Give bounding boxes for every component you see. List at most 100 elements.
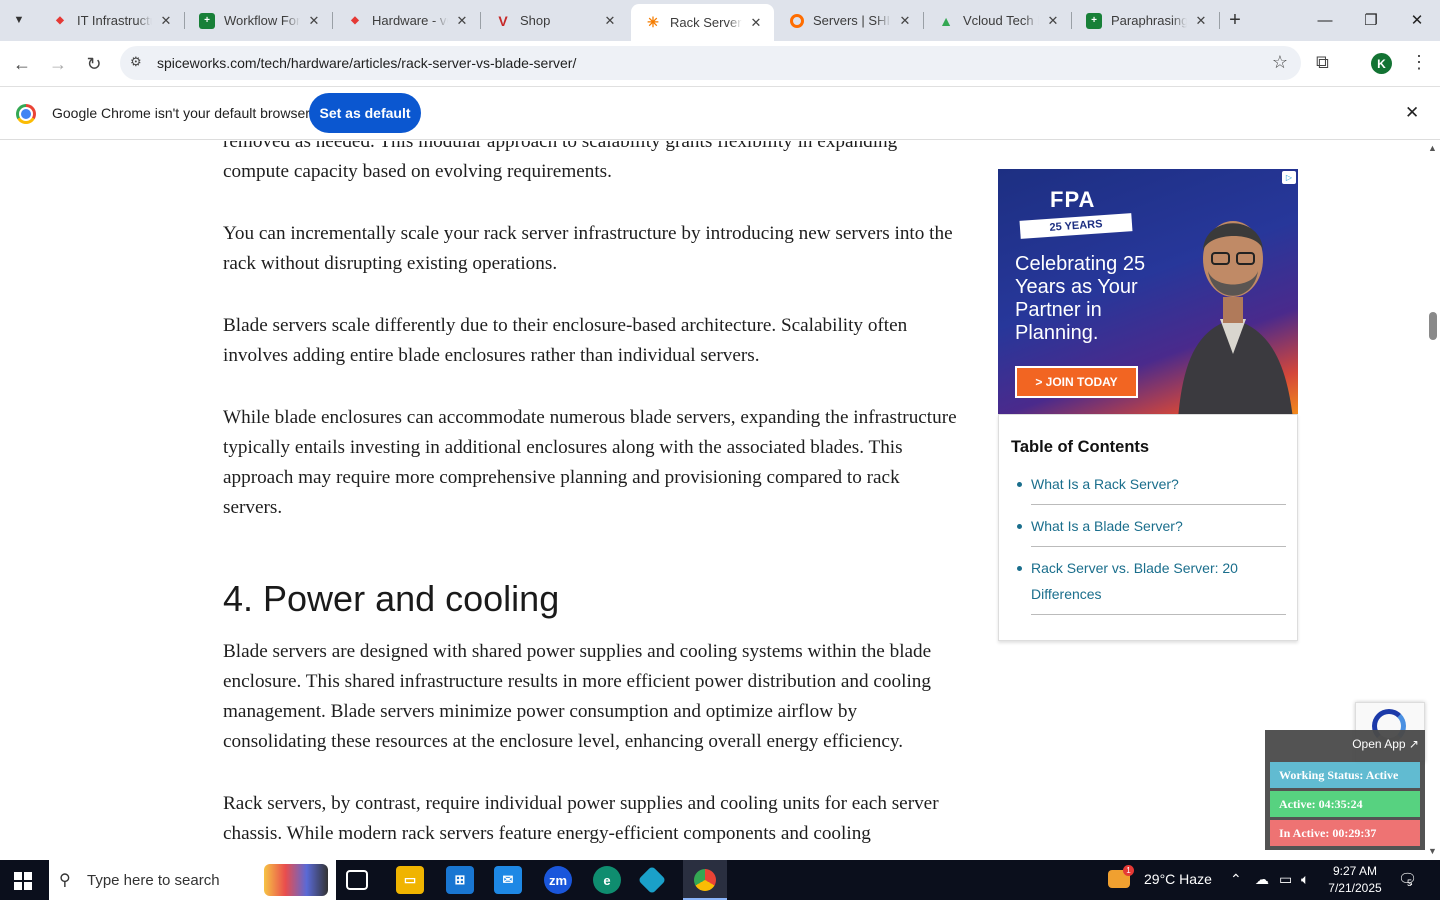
search-highlight-image	[264, 864, 328, 896]
ad-headline: Celebrating 25 Years as Your Partner in …	[1015, 253, 1146, 344]
chrome-icon	[694, 869, 716, 891]
weather-widget[interactable]: 1 29°C Haze	[1108, 865, 1212, 888]
time-tracker-widget: Open App ↗ Working Status: Active Active…	[1265, 730, 1425, 850]
close-icon[interactable]: ✕	[1045, 13, 1061, 29]
chevron-up-icon[interactable]: ⌃	[1230, 871, 1242, 888]
plus-icon: +	[1229, 9, 1241, 31]
tab-vcloud[interactable]: ▲ Vcloud Tech B ✕	[924, 6, 1071, 35]
scrollbar-thumb[interactable]	[1429, 312, 1437, 340]
toc-link[interactable]: Rack Server vs. Blade Server: 20 Differe…	[1017, 555, 1286, 615]
mail-icon[interactable]: ✉	[494, 866, 522, 894]
tab-search-button[interactable]: ▼	[6, 8, 32, 32]
shi-logo-icon	[790, 13, 804, 28]
search-placeholder: Type here to search	[87, 871, 220, 889]
back-button[interactable]: ←	[8, 50, 36, 78]
minimize-button[interactable]: —	[1302, 0, 1348, 40]
close-icon[interactable]: ✕	[897, 13, 913, 29]
cloud-icon[interactable]: ☁	[1255, 871, 1269, 888]
reload-icon: ↻	[86, 53, 102, 74]
task-view-icon[interactable]	[346, 870, 368, 890]
close-icon[interactable]: ✕	[748, 15, 764, 31]
tab-shop[interactable]: V Shop ✕	[481, 6, 628, 35]
forward-arrow-icon: →	[49, 53, 67, 74]
app-diamond-icon[interactable]	[637, 865, 667, 895]
tab-it-infrastructure[interactable]: ◆ IT Infrastructure ✕	[38, 6, 184, 35]
article-paragraph: Rack servers, by contrast, require indiv…	[223, 793, 939, 844]
volume-icon[interactable]: 🔈︎	[1301, 871, 1309, 888]
join-today-button[interactable]: > JOIN TODAY	[1015, 366, 1138, 398]
close-window-button[interactable]: ✕	[1394, 0, 1440, 40]
back-arrow-icon: ←	[13, 53, 31, 74]
tab-hardware[interactable]: ◆ Hardware - vC ✕	[333, 6, 480, 35]
article-paragraph: You can incrementally scale your rack se…	[223, 223, 953, 274]
tab-rack-server[interactable]: ✳ Rack Server vs ✕	[631, 4, 774, 41]
toc-link[interactable]: What Is a Rack Server?	[1017, 471, 1286, 505]
reload-button[interactable]: ↻	[80, 50, 108, 78]
notification-icon[interactable]: 🗨︎ 5	[1398, 870, 1417, 888]
chrome-taskbar-button[interactable]	[683, 860, 727, 900]
tab-workflow[interactable]: + Workflow For ✕	[185, 6, 332, 35]
vertical-scrollbar[interactable]: ▲ ▼	[1425, 141, 1440, 860]
close-icon[interactable]: ✕	[306, 13, 322, 29]
chrome-logo-icon	[16, 104, 36, 124]
toc-list: What Is a Rack Server? What Is a Blade S…	[1017, 471, 1286, 623]
windows-start-icon[interactable]	[14, 872, 32, 890]
close-icon[interactable]: ✕	[1405, 103, 1419, 123]
tab-label: Shop	[520, 13, 551, 28]
close-icon[interactable]: ✕	[602, 13, 618, 29]
tab-label: Workflow For	[224, 13, 300, 28]
close-icon[interactable]: ✕	[158, 13, 174, 29]
working-status: Working Status: Active	[1270, 762, 1420, 788]
weather-text: 29°C Haze	[1144, 871, 1212, 887]
forward-button[interactable]: →	[44, 50, 72, 78]
close-icon[interactable]: ✕	[454, 13, 470, 29]
tab-label: Hardware - vC	[372, 13, 448, 28]
inactive-time: In Active: 00:29:37	[1270, 820, 1420, 846]
edge-icon[interactable]: e	[593, 866, 621, 894]
tab-favicon-icon: ◆	[351, 15, 359, 26]
spiceworks-icon: ✳	[647, 14, 659, 30]
tab-label: IT Infrastructure	[77, 13, 152, 28]
browser-toolbar: ← → ↻ ⚙ spiceworks.com/tech/hardware/art…	[0, 41, 1440, 87]
clock-time: 9:27 AM	[1332, 864, 1378, 878]
article-paragraph: removed as needed. This modular approach…	[223, 141, 898, 182]
sheets-icon: +	[1086, 12, 1102, 29]
minimize-icon: —	[1317, 11, 1333, 29]
notification-count: 5	[1407, 878, 1413, 888]
network-icon[interactable]: ▭	[1279, 871, 1292, 888]
ad-person-image	[1178, 221, 1293, 414]
drive-icon: ▲	[939, 12, 953, 29]
infobar-message: Google Chrome isn't your default browser	[52, 105, 310, 121]
file-explorer-icon[interactable]: ▭	[396, 866, 424, 894]
zoom-icon[interactable]: zm	[544, 866, 572, 894]
profile-avatar[interactable]: K	[1371, 53, 1392, 74]
tab-servers-shi[interactable]: Servers | SHI ✕	[776, 6, 923, 35]
system-clock[interactable]: 9:27 AM 7/21/2025	[1322, 863, 1388, 897]
article-paragraph: While blade enclosures can accommodate n…	[223, 407, 957, 518]
toc-link[interactable]: What Is a Blade Server?	[1017, 513, 1286, 547]
scroll-down-arrow-icon[interactable]: ▼	[1428, 846, 1437, 856]
kebab-menu-icon[interactable]: ⋮	[1410, 52, 1428, 73]
maximize-button[interactable]: ❐	[1348, 0, 1394, 40]
toc-title: Table of Contents	[1011, 438, 1150, 456]
tab-paraphrasing[interactable]: + Paraphrasing T ✕	[1072, 6, 1219, 35]
chevron-down-icon: ▼	[13, 14, 25, 26]
close-icon[interactable]: ✕	[1193, 13, 1209, 29]
taskbar-search-box[interactable]: ⚲ Type here to search	[49, 860, 336, 900]
bookmark-star-icon[interactable]: ☆	[1272, 52, 1288, 73]
site-info-icon[interactable]: ⚙	[130, 54, 142, 70]
v-logo-icon: V	[498, 12, 508, 29]
fpa-advertisement[interactable]: ▷ FPA 25 YEARS Celebrating 25 Years as Y…	[998, 169, 1298, 414]
address-bar[interactable]: ⚙ spiceworks.com/tech/hardware/articles/…	[120, 46, 1301, 80]
weather-badge: 1	[1123, 865, 1134, 876]
tab-label: Vcloud Tech B	[963, 13, 1039, 28]
extensions-puzzle-icon[interactable]: ⧉	[1316, 52, 1329, 73]
ad-years-ribbon: 25 YEARS	[1019, 213, 1133, 239]
set-as-default-button[interactable]: Set as default	[309, 93, 421, 133]
article-paragraph: Blade servers scale differently due to t…	[223, 315, 908, 366]
microsoft-store-icon[interactable]: ⊞	[446, 866, 474, 894]
open-app-link[interactable]: Open App ↗	[1352, 737, 1419, 751]
new-tab-button[interactable]: +	[1224, 9, 1246, 31]
close-icon: ✕	[1410, 12, 1424, 29]
scroll-up-arrow-icon[interactable]: ▲	[1428, 143, 1437, 153]
